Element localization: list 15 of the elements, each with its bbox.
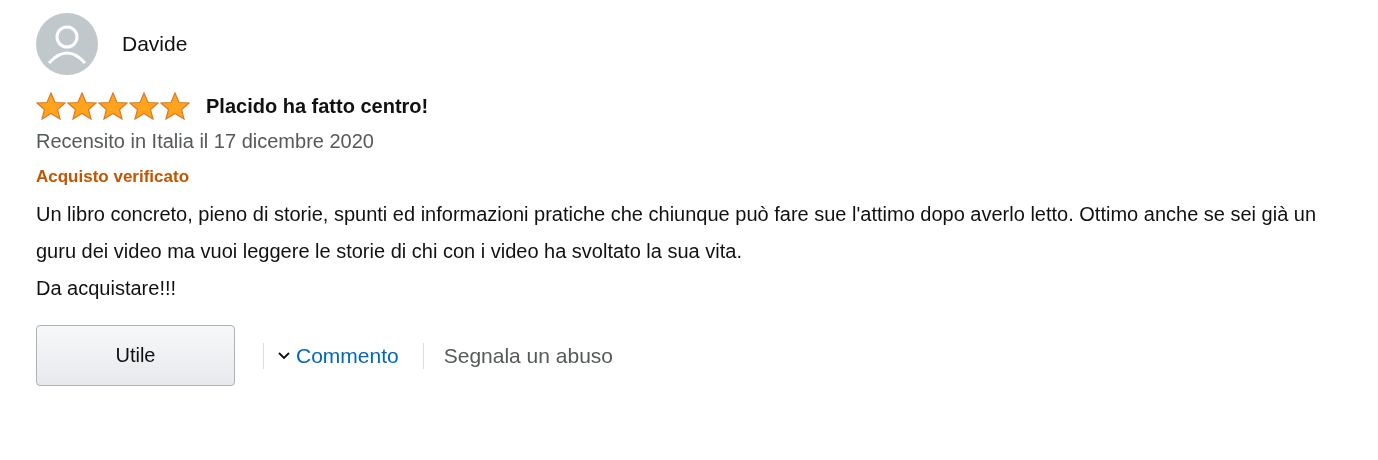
review-date: Recensito in Italia il 17 dicembre 2020 xyxy=(36,130,375,153)
review-text: Un libro concreto, pieno di storie, spunti ed informazioni pratiche che chiunque può fare sue l'attimo dopo averlo letto. Ottimo anche se sei già un guru dei video ma vuoi leggere le storie di chi con i video ha svoltato la sua vita. Da acquistare!!! xyxy=(36,202,1318,301)
avatar-icon xyxy=(36,13,98,75)
review-title: Placido ha fatto centro! xyxy=(206,94,429,118)
star-icon xyxy=(98,92,128,120)
caret-icon xyxy=(278,351,290,360)
star-icon xyxy=(129,92,159,120)
star-icon xyxy=(160,92,190,120)
report-abuse-link[interactable]: Segnala un abuso xyxy=(443,343,613,368)
star-icon xyxy=(36,92,66,120)
comment-link[interactable]: Commento xyxy=(278,343,399,368)
star-icon xyxy=(67,92,97,120)
helpful-button[interactable]: Utile xyxy=(36,325,235,386)
reviewer-name: Davide xyxy=(122,32,188,56)
verified-purchase-label: Acquisto verificato xyxy=(36,167,191,187)
